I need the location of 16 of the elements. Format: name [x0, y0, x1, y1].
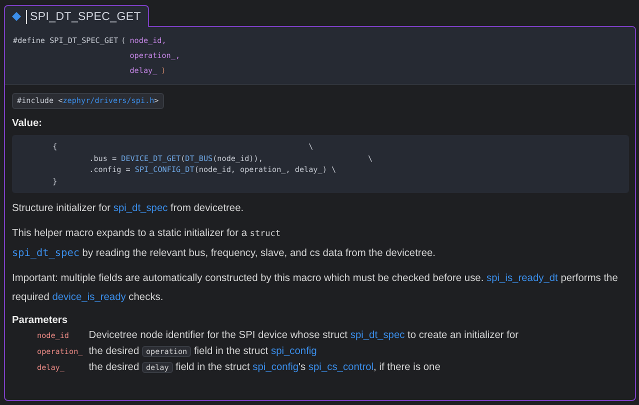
symbol-tab[interactable]: SPI_DT_SPEC_GET [4, 5, 150, 27]
doc-link[interactable]: spi_config [270, 346, 317, 357]
description-paragraph: Important: multiple fields are automatically constructed by this macro which must be checked before use. spi_is_ready_dt performs the required device_is_ready checks. [12, 272, 619, 305]
parameter-description: Devicetree node identifier for the SPI device whose struct spi_dt_spec to create an initializer for [88, 329, 520, 343]
doc-link[interactable]: spi_cs_control [308, 362, 374, 373]
value-heading: Value: [12, 118, 44, 129]
doc-link[interactable]: device_is_ready [52, 292, 126, 303]
description-paragraph: Structure initializer for spi_dt_spec from devicetree. [12, 202, 245, 216]
doc-link[interactable]: spi_dt_spec [12, 248, 80, 259]
parameters-heading: Parameters [12, 315, 69, 326]
doc-link[interactable]: spi_dt_spec [350, 330, 405, 341]
doc-link[interactable]: spi_dt_spec [113, 203, 168, 214]
description-paragraph: This helper macro expands to a static initializer for a struct spi_dt_spec by reading the relevant bus, frequency, slave, and cs data from the devicetree. [12, 227, 436, 261]
doc-link[interactable]: spi_is_ready_dt [486, 273, 558, 284]
diamond-icon [12, 12, 21, 21]
doc-link[interactable]: spi_config [252, 362, 299, 373]
